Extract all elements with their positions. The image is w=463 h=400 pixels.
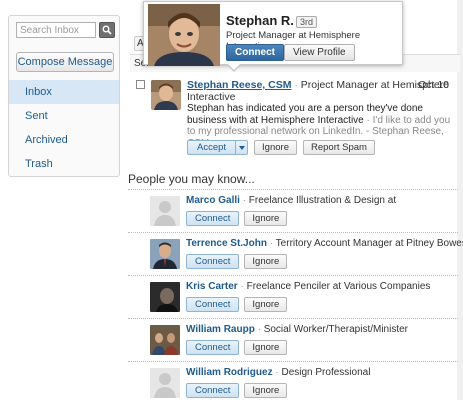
profile-hovercard: Stephan R. 3rd Project Manager at Hemisp… [143,1,403,72]
sender-photo-icon [151,80,181,110]
chevron-down-icon [238,145,245,150]
separator: · [254,324,264,335]
pymk-info: William Raupp · Social Worker/Therapist/… [186,324,408,335]
pymk-name-link[interactable]: Kris Carter [186,281,238,292]
accept-dropdown-button[interactable] [236,140,249,155]
pymk-headline: Freelance Penciler at Various Companies [246,281,431,292]
pymk-info: William Rodriguez · Design Professional [186,367,370,378]
pymk-name-link[interactable]: William Raupp [186,324,255,335]
person-photo-icon [150,325,180,355]
profile-photo-icon [148,4,220,66]
pymk-headline: Territory Account Manager at Pitney Bowe… [275,238,463,249]
message-sender-link[interactable]: Stephan Reese, CSM [187,79,291,91]
ignore-button[interactable]: Ignore [254,140,297,155]
ignore-button[interactable]: Ignore [244,383,288,398]
message-header: Stephan Reese, CSM · Project Manager at … [187,79,457,103]
pymk-actions: Connect Ignore [186,297,288,312]
separator: · [237,281,247,292]
person-photo-icon [150,282,180,312]
pymk-actions: Connect Ignore [186,254,288,269]
avatar[interactable] [150,325,180,355]
degree-badge: 3rd [296,16,318,28]
connect-button[interactable]: Connect [186,254,240,269]
connect-button[interactable]: Connect [186,211,240,226]
avatar[interactable] [150,282,180,312]
ignore-button[interactable]: Ignore [244,211,288,226]
connect-button[interactable]: Connect [186,383,240,398]
person-photo-icon [150,368,180,398]
sidebar: Compose Message Inbox Sent Archived Tras… [8,15,120,177]
accept-group: Accept [187,140,249,155]
pymk-actions: Connect Ignore [186,211,288,226]
pymk-name-link[interactable]: Marco Galli [186,195,240,206]
avatar[interactable] [150,239,180,269]
person-photo-icon [150,239,180,269]
ignore-button[interactable]: Ignore [244,297,288,312]
pymk-info: Terrence St.John · Territory Account Man… [186,238,463,249]
invitation-message: Stephan Reese, CSM · Project Manager at … [130,72,460,160]
pymk-headline: Freelance Illustration & Design at [248,195,397,206]
pymk-row: Terrence St.John · Territory Account Man… [128,232,463,275]
separator: · [239,195,249,206]
search-box [16,22,115,38]
search-button[interactable] [99,22,115,38]
pymk-row: Marco Galli · Freelance Illustration & D… [128,189,458,232]
pymk-info: Kris Carter · Freelance Penciler at Vari… [186,281,430,292]
person-photo-icon [150,196,180,226]
avatar[interactable] [150,196,180,226]
view-profile-button[interactable]: View Profile [284,44,355,61]
connect-button[interactable]: Connect [186,340,240,355]
search-input[interactable] [16,22,96,38]
hovercard-connect-button[interactable]: Connect [226,44,284,61]
pymk-row: William Raupp · Social Worker/Therapist/… [128,318,458,361]
connect-button[interactable]: Connect [186,297,240,312]
pymk-headline: Social Worker/Therapist/Minister [263,324,409,335]
pymk-list: Marco Galli · Freelance Illustration & D… [128,189,463,400]
accept-button[interactable]: Accept [187,140,237,155]
hovercard-photo[interactable] [148,4,220,66]
pymk-row: William Rodriguez · Design Professional C… [128,361,458,400]
sidebar-item-trash[interactable]: Trash [9,152,119,176]
pymk-title: People you may know... [128,172,255,186]
pymk-name-link[interactable]: Terrence St.John [186,238,267,249]
message-actions: Accept Ignore Report Spam [187,140,375,155]
pymk-info: Marco Galli · Freelance Illustration & D… [186,195,396,206]
ignore-button[interactable]: Ignore [244,254,288,269]
hovercard-pointer-inner [228,64,240,70]
pymk-row: Kris Carter · Freelance Penciler at Vari… [128,275,458,318]
ignore-button[interactable]: Ignore [244,340,288,355]
report-spam-button[interactable]: Report Spam [302,140,375,155]
compose-message-button[interactable]: Compose Message [16,52,114,72]
pymk-headline: Design Professional [281,367,371,378]
avatar[interactable] [150,368,180,398]
separator: · [266,238,276,249]
sidebar-nav: Inbox Sent Archived Trash [9,80,119,176]
sidebar-item-archived[interactable]: Archived [9,128,119,152]
sidebar-item-sent[interactable]: Sent [9,104,119,128]
avatar[interactable] [151,80,181,110]
hovercard-name[interactable]: Stephan R. [226,13,294,28]
message-checkbox[interactable] [136,80,145,89]
pymk-actions: Connect Ignore [186,340,288,355]
pymk-name-link[interactable]: William Rodriguez [186,367,273,378]
pymk-actions: Connect Ignore [186,383,288,398]
sidebar-item-inbox[interactable]: Inbox [9,80,119,104]
search-icon [102,25,112,35]
message-date: Oct 10 [418,79,449,91]
